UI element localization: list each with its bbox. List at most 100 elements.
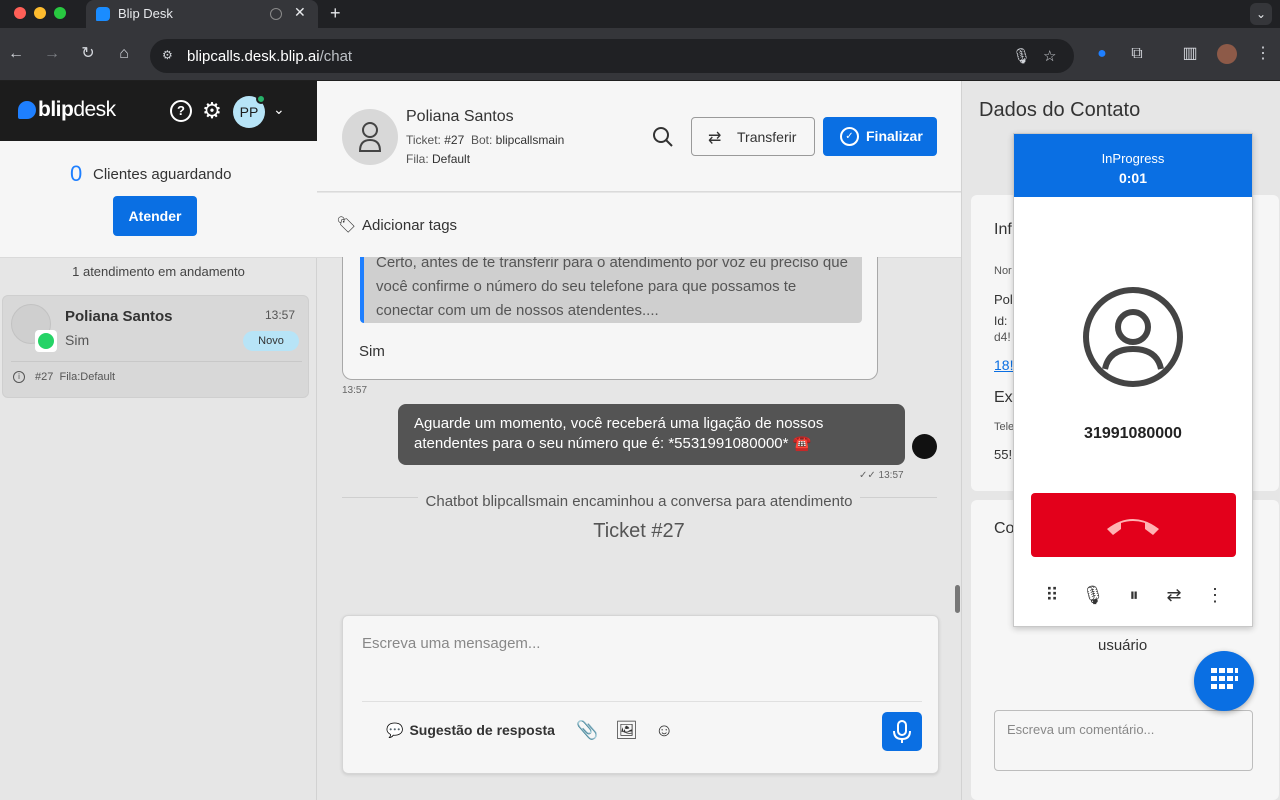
waiting-count: 0 <box>70 161 83 186</box>
browser-tab-bar: Blip Desk ✕ + ⌄ <box>0 0 1280 28</box>
extensions-icon[interactable]: ⧉ <box>1126 43 1148 65</box>
id-label: Id: <box>994 314 1008 328</box>
url-text: blipcalls.desk.blip.ai/chat <box>187 48 353 65</box>
call-timer: 0:01 <box>1118 170 1148 186</box>
hang-up-phone-icon <box>1107 519 1159 535</box>
close-tab-icon[interactable]: ✕ <box>294 4 306 21</box>
in-progress-label: 1 atendimento em andamento <box>72 264 245 279</box>
menu-icon[interactable]: ⋮ <box>1252 43 1274 65</box>
conversation-card[interactable]: Poliana Santos 13:57 Sim Novo i #27 Fila… <box>2 295 309 398</box>
suggestion-button[interactable]: 💬 Sugestão de resposta <box>386 722 555 739</box>
back-icon[interactable]: ← <box>5 43 27 65</box>
close-window-dot[interactable] <box>14 7 26 19</box>
profile-avatar[interactable] <box>1217 44 1237 64</box>
divider <box>11 361 302 362</box>
ticket-bot-line: Ticket: #27 Bot: blipcallsmain <box>406 133 565 147</box>
system-message: Chatbot blipcallsmain encaminhou a conve… <box>317 493 961 510</box>
read-check-icon: ✓✓ <box>859 470 876 481</box>
conversation-name: Poliana Santos <box>65 308 173 325</box>
chevron-down-icon[interactable]: ⌄ <box>273 101 285 118</box>
quoted-message: Certo, antes de te transferir para o ate… <box>360 257 862 323</box>
emoji-icon[interactable]: ☺ <box>655 720 673 741</box>
image-icon[interactable]: 🖼 <box>615 720 638 741</box>
attendance-sidebar: blipdesk ? ⚙ PP ⌄ 0 Clientes aguardando … <box>0 81 317 800</box>
microphone-icon[interactable]: 🎙 <box>1081 583 1105 607</box>
bookmark-star-icon[interactable]: ☆ <box>1043 47 1056 65</box>
phone-label: Tele <box>994 421 1015 433</box>
contact-panel-title: Dados do Contato <box>979 99 1141 121</box>
chat-area: Poliana Santos Ticket: #27 Bot: blipcall… <box>317 81 961 800</box>
minimize-window-dot[interactable] <box>34 7 46 19</box>
new-tab-icon[interactable]: + <box>330 3 341 24</box>
caller-number: 31991080000 <box>1084 425 1182 442</box>
conversation-time: 13:57 <box>265 308 296 322</box>
tab-search-icon[interactable]: ⌄ <box>1250 3 1272 25</box>
chat-header: Poliana Santos Ticket: #27 Bot: blipcall… <box>317 81 961 192</box>
incoming-message: Certo, antes de te transferir para o ate… <box>342 257 878 380</box>
contact-avatar <box>342 109 398 165</box>
phone-value: 55! <box>994 447 1013 462</box>
attend-button[interactable]: Atender <box>113 196 197 236</box>
more-options-icon[interactable]: ⋮ <box>1203 583 1227 607</box>
comments-title: Co <box>994 520 1015 537</box>
search-icon[interactable] <box>652 126 674 153</box>
home-icon[interactable]: ⌂ <box>113 43 135 65</box>
call-header: InProgress 0:01 <box>1014 134 1252 197</box>
whatsapp-icon <box>35 330 57 352</box>
info-icon: i <box>13 371 25 383</box>
ticket-label: Ticket #27 <box>593 520 685 542</box>
attach-icon[interactable]: 📎 <box>576 720 598 741</box>
blip-logo-icon <box>18 101 36 119</box>
extension-blip-icon[interactable]: ● <box>1091 43 1113 65</box>
divider <box>362 701 922 702</box>
transfer-call-icon[interactable]: ⇄ <box>1162 583 1186 607</box>
comments-user: usuário <box>1098 637 1148 654</box>
waiting-label: Clientes aguardando <box>93 166 232 183</box>
scrollbar-thumb[interactable] <box>955 585 960 613</box>
message-composer: Escreva uma mensagem... 💬 Sugestão de res… <box>342 615 939 774</box>
comment-input[interactable]: Escreva um comentário... <box>994 710 1253 771</box>
queue-line: Fila: Default <box>406 152 471 166</box>
reply-text: Sim <box>359 343 385 360</box>
site-info-icon[interactable]: ⚙ <box>162 48 178 64</box>
conversation-meta: #27 Fila:Default <box>35 371 116 383</box>
hang-up-button[interactable] <box>1031 493 1236 557</box>
call-widget: InProgress 0:01 31991080000 ⠿ 🎙 ⏸ ⇄ ⋮ <box>1013 133 1253 627</box>
outgoing-time: ✓✓ 13:57 <box>859 470 904 481</box>
help-icon[interactable]: ? <box>170 100 192 122</box>
tab-title: Blip Desk <box>118 6 173 21</box>
caller-avatar-icon <box>1083 287 1183 392</box>
contact-name: Poliana Santos <box>406 108 514 125</box>
forward-icon[interactable]: → <box>41 43 63 65</box>
reload-icon[interactable]: ↻ <box>77 43 99 65</box>
zoom-window-dot[interactable] <box>54 7 66 19</box>
settings-gear-icon[interactable]: ⚙ <box>201 100 223 122</box>
contact-link[interactable]: 18! <box>994 357 1013 373</box>
chat-bubble-icon: 💬 <box>386 722 404 738</box>
waiting-queue: 0 Clientes aguardando Atender <box>0 141 317 258</box>
dialpad-fab-button[interactable] <box>1194 651 1254 711</box>
voice-record-button[interactable] <box>882 712 922 751</box>
transfer-button[interactable]: ⇄ Transferir <box>691 117 815 156</box>
address-bar[interactable]: ⚙ blipcalls.desk.blip.ai/chat 🎙 ☆ <box>150 39 1074 73</box>
add-tags-label: Adicionar tags <box>362 217 458 234</box>
message-input[interactable]: Escreva uma mensagem... <box>362 635 540 652</box>
blip-favicon-icon <box>96 7 110 21</box>
online-status-dot <box>256 94 266 104</box>
check-circle-icon: ✓ <box>840 127 859 146</box>
tags-bar[interactable]: 🏷 Adicionar tags <box>317 193 961 258</box>
browser-toolbar: ← → ↻ ⌂ ⚙ blipcalls.desk.blip.ai/chat 🎙 … <box>0 28 1280 81</box>
logo-text: blipdesk <box>38 98 116 121</box>
side-panel-icon[interactable]: ▥ <box>1179 43 1201 65</box>
new-badge: Novo <box>243 331 299 351</box>
bot-avatar <box>912 434 937 459</box>
finish-button[interactable]: ✓ Finalizar <box>823 117 937 156</box>
incoming-time: 13:57 <box>342 385 368 396</box>
browser-tab[interactable]: Blip Desk ✕ <box>86 0 318 28</box>
pause-icon[interactable]: ⏸ <box>1122 583 1146 607</box>
microphone-icon[interactable]: 🎙 <box>1012 47 1031 65</box>
conversation-last-message: Sim <box>65 332 90 348</box>
dialpad-icon[interactable]: ⠿ <box>1040 583 1064 607</box>
tag-icon: 🏷 <box>336 217 357 234</box>
name-label: Nor <box>994 265 1012 277</box>
